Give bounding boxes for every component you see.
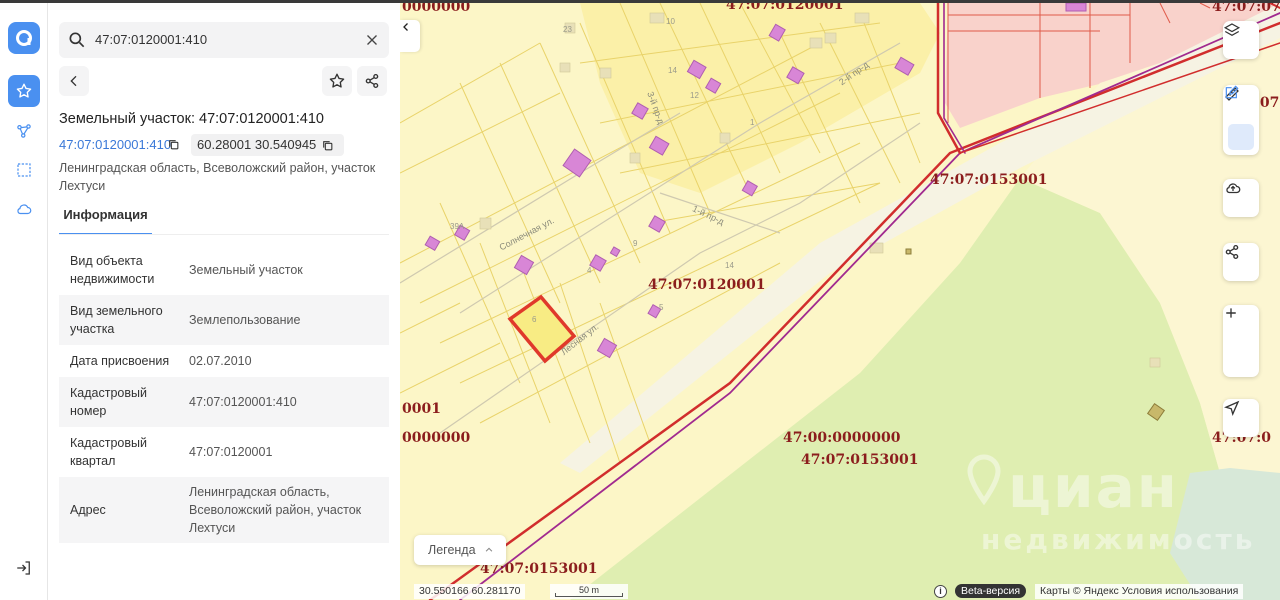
map-canvas[interactable]: 0000000 47:07:0120001 47:07:07 0:07 47:0…	[400, 3, 1280, 600]
quarter-label: 47:07:07	[1212, 3, 1280, 15]
row-value: Землепользование	[189, 313, 301, 327]
tab-information[interactable]: Информация	[59, 204, 152, 235]
location-pin-icon	[967, 454, 1001, 506]
legend-label: Легенда	[428, 543, 476, 557]
route-nodes-icon[interactable]	[8, 115, 40, 147]
info-panel: 47:07:0120001:410 Земельный участок: 47:…	[48, 3, 400, 600]
scale-bar: 50 m	[550, 584, 628, 599]
map-status-bar: 30.550166 60.281170 50 m i Beta-версия К…	[400, 582, 1280, 600]
quarter-label: 47:07:0153001	[801, 452, 919, 468]
geolocation-button[interactable]	[1223, 399, 1259, 437]
row-key: Вид земельного участка	[70, 304, 163, 336]
share-icon	[1225, 244, 1239, 260]
left-rail	[0, 3, 48, 600]
table-row: Вид объекта недвижимости Земельный участ…	[59, 245, 389, 295]
object-address: Ленинградская область, Всеволожский райо…	[59, 161, 376, 193]
object-title: Земельный участок: 47:07:0120001:410	[59, 111, 324, 127]
edit-button-bg	[1225, 85, 1254, 150]
logout-icon[interactable]	[15, 559, 33, 582]
plot-number: 39А	[450, 222, 465, 231]
plot-number: 1	[750, 118, 755, 127]
watermark-sub-text: недвижимость	[981, 523, 1256, 556]
table-row: Кадастровый квартал 47:07:0120001	[59, 427, 389, 477]
top-border	[0, 0, 1280, 3]
search-input[interactable]: 47:07:0120001:410	[95, 32, 207, 47]
plot-number: 9	[633, 239, 638, 248]
area-select-icon[interactable]	[8, 154, 40, 186]
map-copyright[interactable]: Карты © Яндекс Условия использования	[1035, 584, 1244, 599]
search-icon	[67, 30, 87, 55]
row-key: Адрес	[70, 503, 106, 517]
edit-icon[interactable]	[1223, 85, 1259, 153]
cursor-coordinates: 30.550166 60.281170	[414, 584, 526, 599]
info-icon[interactable]: i	[934, 585, 947, 598]
table-row: Адрес Ленинградская область, Всеволожски…	[59, 477, 389, 543]
measure-tools	[1223, 85, 1259, 155]
copy-coordinates-icon[interactable]	[321, 139, 334, 157]
zoom-out-button[interactable]	[1223, 312, 1259, 377]
copy-icon[interactable]	[167, 138, 180, 156]
row-value: Ленинградская область, Всеволожский райо…	[189, 485, 362, 535]
search-box[interactable]: 47:07:0120001:410	[59, 22, 389, 58]
table-row: Кадастровый номер 47:07:0120001:410	[59, 377, 389, 427]
coordinates-text: 60.28001 30.540945	[197, 137, 317, 152]
beta-badge[interactable]: Beta-версия	[955, 584, 1027, 598]
row-key: Дата присвоения	[70, 354, 170, 368]
cloud-upload-icon	[1226, 183, 1241, 194]
plot-number: 6	[532, 315, 537, 324]
row-key: Кадастровый номер	[70, 386, 147, 418]
upload-button[interactable]	[1223, 179, 1259, 217]
app-logo-icon[interactable]	[8, 22, 40, 54]
minus-icon	[1226, 312, 1236, 314]
quarter-label: 0000000	[402, 3, 471, 15]
layers-button[interactable]	[1223, 21, 1259, 59]
plot-number: 4	[587, 266, 592, 275]
plot-number: 23	[563, 25, 572, 34]
close-icon[interactable]	[363, 31, 381, 54]
quarter-label: 47:07:0120001	[648, 277, 766, 293]
favorites-star-icon[interactable]	[8, 75, 40, 107]
cloud-icon[interactable]	[8, 193, 40, 225]
favorite-star-button[interactable]	[322, 66, 352, 96]
watermark-main-text: циан	[1008, 453, 1179, 521]
map-share-button[interactable]	[1223, 243, 1259, 281]
quarter-label: 47:00:0000000	[783, 430, 901, 446]
row-value: 47:07:0120001:410	[189, 395, 297, 409]
collapse-panel-button[interactable]	[400, 20, 420, 52]
layers-icon	[1223, 23, 1241, 36]
table-row: Дата присвоения 02.07.2010	[59, 345, 389, 377]
navigation-arrow-icon	[1224, 400, 1240, 416]
row-key: Кадастровый квартал	[70, 436, 147, 468]
row-key: Вид объекта недвижимости	[70, 254, 155, 286]
scale-line	[555, 593, 623, 597]
plot-number: 14	[725, 261, 734, 270]
plot-number: 14	[668, 66, 677, 75]
quarter-label: 47:07:0120001	[726, 3, 844, 13]
row-value: Земельный участок	[189, 263, 303, 277]
share-button[interactable]	[357, 66, 387, 96]
row-value: 02.07.2010	[189, 354, 252, 368]
info-table: Вид объекта недвижимости Земельный участ…	[59, 245, 389, 543]
table-row: Вид земельного участка Землепользование	[59, 295, 389, 345]
plot-number: 12	[690, 91, 699, 100]
quarter-label: 0001	[402, 401, 441, 417]
zoom-controls	[1223, 305, 1259, 377]
back-button[interactable]	[59, 66, 89, 96]
legend-button[interactable]: Легенда	[414, 535, 506, 565]
cadastral-number-link[interactable]: 47:07:0120001:410	[59, 137, 171, 152]
tab-divider	[59, 234, 389, 235]
plot-number: 5	[659, 303, 664, 312]
chevron-up-icon	[485, 547, 493, 552]
plot-number: 10	[666, 17, 675, 26]
quarter-label: 0000000	[402, 430, 471, 446]
row-value: 47:07:0120001	[189, 445, 273, 459]
quarter-label: 47:07:0153001	[930, 172, 1048, 188]
